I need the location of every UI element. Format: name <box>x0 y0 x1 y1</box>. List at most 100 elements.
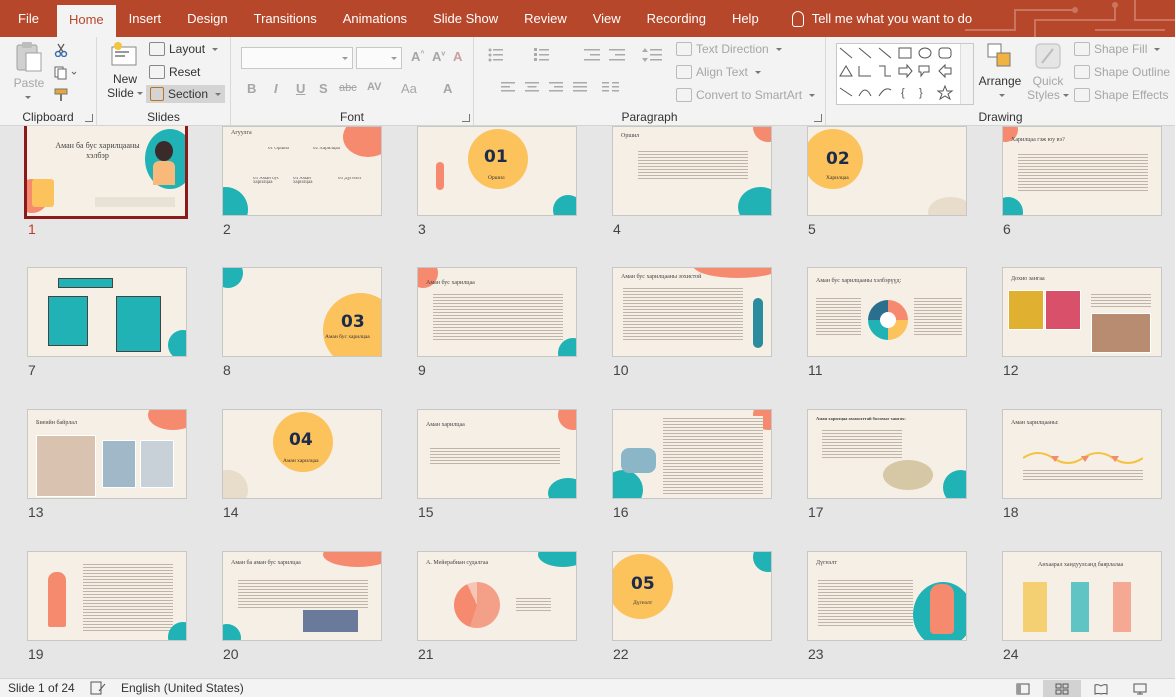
slide-illustration <box>436 162 444 190</box>
character-spacing-icon[interactable]: AV <box>367 81 381 93</box>
slide-thumbnail-14[interactable]: 04 Аман харилцаа <box>222 409 382 499</box>
bold-button[interactable]: B <box>247 81 256 96</box>
tab-recording[interactable]: Recording <box>634 0 719 37</box>
shadow-button[interactable]: S <box>319 81 328 96</box>
slide-photo <box>102 440 136 488</box>
slide-thumbnail-3[interactable]: 01 Оршил <box>417 126 577 216</box>
slide-thumbnail-22[interactable]: 05 Дүгнэлт <box>612 551 772 641</box>
slide-thumbnail-1[interactable]: Аман ба бус харилцааны хэлбэр <box>24 126 188 219</box>
clear-formatting-icon[interactable]: A <box>453 49 462 64</box>
tell-me-search[interactable]: Tell me what you want to do <box>772 0 985 37</box>
slide-thumbnail-24[interactable]: Анхаарал хандуулсанд баярлалаа <box>1002 551 1162 641</box>
slide-illustration <box>153 161 175 185</box>
language-indicator[interactable]: English (United States) <box>121 681 244 695</box>
slide-photo <box>36 435 96 497</box>
reading-view-button[interactable] <box>1082 680 1120 697</box>
reset-button[interactable]: Reset <box>149 65 200 79</box>
slide-thumbnail-16[interactable] <box>612 409 772 499</box>
tab-insert[interactable]: Insert <box>116 0 175 37</box>
convert-smartart-button[interactable]: Convert to SmartArt <box>676 88 816 102</box>
font-size-combo[interactable] <box>356 47 402 69</box>
slide-thumbnail-19[interactable] <box>27 551 187 641</box>
shapes-gallery[interactable]: {} <box>836 43 974 105</box>
font-family-combo[interactable] <box>241 47 353 69</box>
align-left-icon[interactable] <box>501 82 515 94</box>
slide-thumbnail-20[interactable]: Аман ба аман бус харилцаа <box>222 551 382 641</box>
slide-title: Дохио зангаа <box>1011 276 1045 282</box>
copy-icon[interactable] <box>54 66 78 80</box>
line-spacing-icon[interactable] <box>642 47 664 63</box>
format-painter-icon[interactable] <box>54 88 70 102</box>
slide-show-button[interactable] <box>1121 680 1159 697</box>
slide-title: Аман харилцаа амжилттай болохыг хангах: <box>816 416 906 421</box>
tab-animations[interactable]: Animations <box>330 0 420 37</box>
section-button[interactable]: Section <box>146 85 225 103</box>
spell-check-icon[interactable] <box>90 681 106 695</box>
slide-thumbnail-17[interactable]: Аман харилцаа амжилттай болохыг хангах: <box>807 409 967 499</box>
quick-styles-button[interactable]: Quick Styles <box>1026 41 1070 109</box>
tab-design[interactable]: Design <box>174 0 240 37</box>
slide-number-22: 22 <box>613 646 629 662</box>
shapes-scroll[interactable] <box>960 44 973 104</box>
clipboard-launcher-icon[interactable] <box>85 114 93 122</box>
align-right-icon[interactable] <box>549 82 563 94</box>
slide-number-21: 21 <box>418 646 434 662</box>
columns-icon[interactable] <box>602 82 622 94</box>
decrease-indent-icon[interactable] <box>584 47 602 63</box>
tab-file[interactable]: File <box>0 0 57 37</box>
shape-fill-button[interactable]: Shape Fill <box>1074 42 1161 56</box>
change-case-button[interactable]: Aa <box>401 81 417 96</box>
bullets-icon[interactable] <box>488 47 522 63</box>
underline-button[interactable]: U <box>296 81 305 96</box>
slide-sorter-view-button[interactable] <box>1043 680 1081 697</box>
justify-icon[interactable] <box>573 82 587 94</box>
new-slide-button[interactable]: New Slide <box>105 41 145 109</box>
slide-thumbnail-15[interactable]: Аман харилцаа <box>417 409 577 499</box>
align-text-button[interactable]: Align Text <box>676 65 761 79</box>
slide-sorter: Аман ба бус харилцааны хэлбэр 1 Агуулга … <box>0 126 1175 678</box>
tab-transitions[interactable]: Transitions <box>241 0 330 37</box>
slide-thumbnail-21[interactable]: А. Мейерабиан судалгаа <box>417 551 577 641</box>
text-direction-dropdown-icon <box>775 47 782 51</box>
slide-thumbnail-12[interactable]: Дохио зангаа <box>1002 267 1162 357</box>
italic-button[interactable]: I <box>274 81 278 96</box>
decrease-font-icon[interactable]: Av <box>432 49 445 64</box>
slide-thumbnail-23[interactable]: Дүгнэлт <box>807 551 967 641</box>
tab-view[interactable]: View <box>580 0 634 37</box>
shape-outline-button[interactable]: Shape Outline <box>1074 65 1175 79</box>
shape-effects-button[interactable]: Shape Effects <box>1074 88 1175 102</box>
increase-indent-icon[interactable] <box>609 47 627 63</box>
layout-button[interactable]: Layout <box>149 42 219 56</box>
slide-thumbnail-9[interactable]: Аман бус харилцаа <box>417 267 577 357</box>
strikethrough-button[interactable]: abc <box>339 82 357 94</box>
tab-slide-show[interactable]: Slide Show <box>420 0 511 37</box>
slide-thumbnail-18[interactable]: Аман харилцааны: <box>1002 409 1162 499</box>
paste-dropdown-icon[interactable] <box>25 96 31 100</box>
normal-view-button[interactable] <box>1004 680 1042 697</box>
text-direction-button[interactable]: Text Direction <box>676 42 782 56</box>
slide-thumbnail-8[interactable]: 03 Аман бус харилцаа <box>222 267 382 357</box>
slide-thumbnail-13[interactable]: Биеийн байрлал <box>27 409 187 499</box>
tab-review[interactable]: Review <box>511 0 580 37</box>
numbering-icon[interactable] <box>534 47 568 63</box>
reset-icon <box>149 65 165 79</box>
cut-icon[interactable] <box>54 43 68 57</box>
slide-title: Харилцаа гэж юу вэ? <box>1011 137 1065 143</box>
slide-thumbnail-11[interactable]: Аман бус харилцааны хэлбэрүүд: <box>807 267 967 357</box>
slide-thumbnail-10[interactable]: Аман бус харилцааны зохистой <box>612 267 772 357</box>
slide-decoration <box>613 470 643 498</box>
tab-help[interactable]: Help <box>719 0 772 37</box>
font-launcher-icon[interactable] <box>462 114 470 122</box>
slide-thumbnail-2[interactable]: Агуулга 01 Оршил 02 Харилцаа 03 Аман бус… <box>222 126 382 216</box>
arrange-button[interactable]: Arrange <box>976 41 1024 109</box>
increase-font-icon[interactable]: A^ <box>411 49 424 64</box>
align-center-icon[interactable] <box>525 82 539 94</box>
slide-thumbnail-5[interactable]: 02 Харилцаа <box>807 126 967 216</box>
slide-thumbnail-4[interactable]: Оршил <box>612 126 772 216</box>
slide-thumbnail-7[interactable] <box>27 267 187 357</box>
paragraph-launcher-icon[interactable] <box>814 114 822 122</box>
paste-button[interactable]: Paste <box>10 41 48 105</box>
font-color-icon[interactable]: A <box>443 81 452 96</box>
slide-thumbnail-6[interactable]: Харилцаа гэж юу вэ? <box>1002 126 1162 216</box>
tab-home[interactable]: Home <box>56 5 116 37</box>
